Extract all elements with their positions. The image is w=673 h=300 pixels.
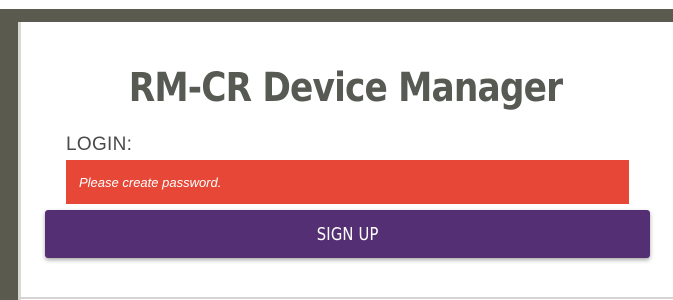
sign-up-button-label: SIGN UP xyxy=(316,223,379,245)
login-label: LOGIN: xyxy=(66,134,133,155)
window-frame-shadow xyxy=(18,22,21,300)
bottom-divider xyxy=(18,297,673,299)
sign-up-button[interactable]: SIGN UP xyxy=(45,210,650,258)
window-frame-left xyxy=(0,9,18,300)
page-title: RM-CR Device Manager xyxy=(128,65,563,111)
password-error-message: Please create password. xyxy=(66,160,629,204)
window-frame-top xyxy=(0,9,673,22)
password-error-text: Please create password. xyxy=(79,174,222,190)
